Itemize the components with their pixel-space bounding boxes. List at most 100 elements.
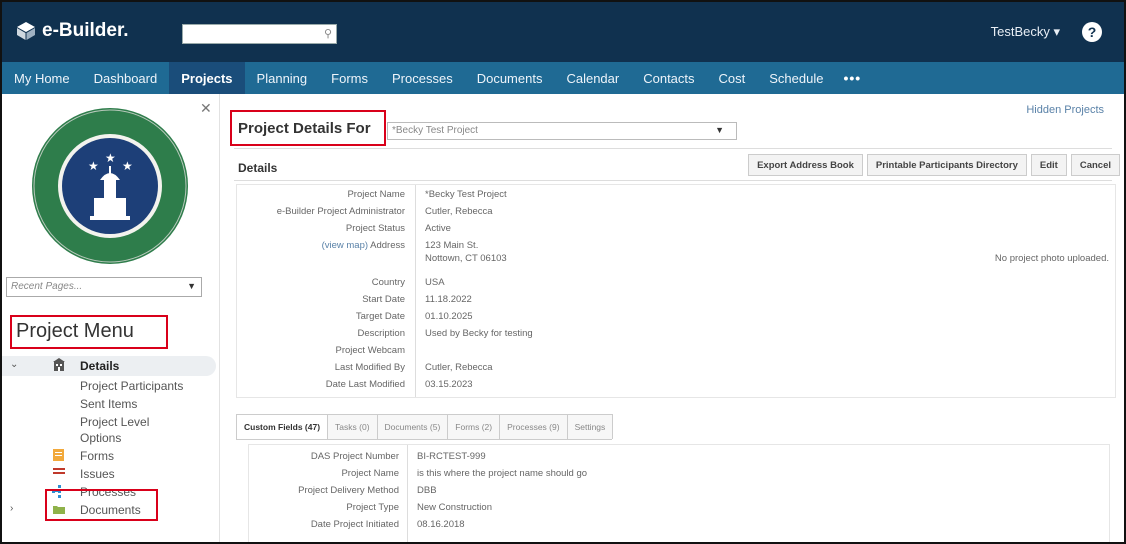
nav-calendar[interactable]: Calendar bbox=[554, 62, 631, 94]
field-value: BI-RCTEST-999 bbox=[417, 451, 486, 462]
field-label: Project Status bbox=[345, 223, 405, 234]
connecticut-seal-logo: ★ ★ ★ bbox=[32, 108, 188, 264]
field-value: 123 Main St. bbox=[425, 240, 479, 251]
field-label: DAS Project Number bbox=[310, 451, 399, 462]
tab-tasks[interactable]: Tasks (0) bbox=[327, 414, 378, 439]
view-map-link[interactable]: (view map) bbox=[322, 240, 368, 251]
column-divider bbox=[415, 185, 416, 397]
menu-item-forms[interactable]: Forms bbox=[2, 446, 216, 464]
nav-contacts[interactable]: Contacts bbox=[631, 62, 706, 94]
screenshot-frame: e-Builder. ⚲ TestBecky ▾ ? My Home Dashb… bbox=[0, 0, 1126, 544]
sidebar: ✕ ★ ★ ★ Recent Pages... ▼ Project Menu ⌄ bbox=[2, 94, 220, 542]
field-label: Date Last Modified bbox=[325, 379, 405, 390]
nav-forms[interactable]: Forms bbox=[319, 62, 380, 94]
no-photo-text: No project photo uploaded. bbox=[994, 253, 1109, 264]
project-select[interactable]: *Becky Test Project ▼ bbox=[387, 122, 737, 140]
svg-text:★: ★ bbox=[88, 159, 99, 173]
nav-processes[interactable]: Processes bbox=[380, 62, 465, 94]
dropdown-arrow-icon: ▼ bbox=[187, 281, 196, 291]
search-input[interactable]: ⚲ bbox=[182, 24, 337, 44]
menu-label-details: Details bbox=[80, 359, 120, 373]
nav-planning[interactable]: Planning bbox=[245, 62, 320, 94]
project-details-for-label: Project Details For bbox=[238, 120, 371, 137]
divider bbox=[234, 148, 1112, 149]
details-toolbar: Export Address Book Printable Participan… bbox=[748, 154, 1120, 176]
tab-forms[interactable]: Forms (2) bbox=[447, 414, 501, 439]
field-value: *Becky Test Project bbox=[425, 189, 507, 200]
menu-item-project-level-options[interactable]: Project Level Options bbox=[2, 412, 216, 446]
main-content: Hidden Projects Project Details For *Bec… bbox=[222, 94, 1124, 542]
tab-processes[interactable]: Processes (9) bbox=[499, 414, 568, 439]
cancel-button[interactable]: Cancel bbox=[1070, 154, 1120, 176]
chevron-down-icon[interactable]: ⌄ bbox=[10, 359, 18, 370]
nav-projects[interactable]: Projects bbox=[169, 62, 245, 94]
field-label: e-Builder Project Administrator bbox=[276, 206, 405, 217]
field-label: Description bbox=[357, 328, 405, 339]
field-value: 01.10.2025 bbox=[425, 311, 473, 322]
nav-my-home[interactable]: My Home bbox=[2, 62, 82, 94]
field-label: Address bbox=[370, 240, 405, 251]
search-icon: ⚲ bbox=[323, 28, 332, 40]
field-value: DBB bbox=[417, 485, 437, 496]
nav-schedule[interactable]: Schedule bbox=[757, 62, 835, 94]
close-icon[interactable]: ✕ bbox=[200, 100, 212, 117]
field-value: USA bbox=[425, 277, 445, 288]
field-value: 08.16.2018 bbox=[417, 519, 465, 530]
menu-item-sent-items[interactable]: Sent Items bbox=[2, 394, 216, 412]
menu-label-level-options-1: Project Level bbox=[80, 415, 150, 429]
column-divider bbox=[407, 445, 408, 542]
building-icon bbox=[53, 358, 65, 371]
svg-text:★: ★ bbox=[122, 159, 133, 173]
recent-pages-select[interactable]: Recent Pages... ▼ bbox=[6, 277, 202, 297]
cube-icon bbox=[17, 22, 35, 40]
address-label-group: (view map) Address bbox=[237, 240, 405, 251]
menu-item-details[interactable]: ⌄ Details bbox=[2, 356, 216, 376]
field-value: is this where the project name should go bbox=[417, 468, 588, 479]
field-value: New Construction bbox=[417, 502, 492, 513]
nav-documents[interactable]: Documents bbox=[465, 62, 555, 94]
dropdown-arrow-icon: ▼ bbox=[715, 125, 724, 135]
export-address-book-button[interactable]: Export Address Book bbox=[748, 154, 863, 176]
field-value: Active bbox=[425, 223, 451, 234]
menu-label-forms: Forms bbox=[80, 449, 114, 463]
menu-label-sent-items: Sent Items bbox=[80, 397, 138, 411]
field-label: Project Type bbox=[346, 502, 399, 513]
nav-more-icon[interactable]: ••• bbox=[835, 62, 869, 94]
tab-custom-fields[interactable]: Custom Fields (47) bbox=[236, 414, 329, 439]
hidden-projects-link[interactable]: Hidden Projects bbox=[1026, 104, 1104, 116]
menu-label-level-options-2: Options bbox=[80, 431, 122, 445]
tab-settings[interactable]: Settings bbox=[566, 414, 614, 439]
field-value: Used by Becky for testing bbox=[425, 328, 533, 339]
nav-cost[interactable]: Cost bbox=[707, 62, 758, 94]
help-icon[interactable]: ? bbox=[1082, 22, 1102, 42]
nav-dashboard[interactable]: Dashboard bbox=[82, 62, 170, 94]
project-select-value: *Becky Test Project bbox=[392, 125, 478, 136]
menu-item-issues[interactable]: Issues bbox=[2, 464, 216, 482]
menu-label-issues: Issues bbox=[80, 467, 115, 481]
field-value: 11.18.2022 bbox=[425, 294, 472, 305]
e-builder-logo[interactable]: e-Builder. bbox=[16, 18, 129, 44]
details-heading: Details bbox=[238, 161, 278, 175]
edit-button[interactable]: Edit bbox=[1030, 154, 1067, 176]
field-value: Nottown, CT 06103 bbox=[425, 253, 507, 264]
processes-highlight-box bbox=[45, 489, 158, 521]
issues-icon bbox=[53, 468, 65, 474]
field-value: 03.15.2023 bbox=[425, 379, 473, 390]
field-label: Start Date bbox=[362, 294, 405, 305]
tab-documents[interactable]: Documents (5) bbox=[376, 414, 449, 439]
field-value: Cutler, Rebecca bbox=[425, 206, 493, 217]
user-menu[interactable]: TestBecky ▾ bbox=[991, 24, 1060, 40]
field-label: Date Project Initiated bbox=[310, 519, 399, 530]
menu-label-participants: Project Participants bbox=[80, 379, 184, 393]
field-label: Target Date bbox=[355, 311, 405, 322]
divider bbox=[234, 180, 1112, 181]
menu-item-project-participants[interactable]: Project Participants bbox=[2, 376, 216, 394]
svg-text:★: ★ bbox=[105, 151, 116, 165]
forms-icon bbox=[53, 449, 64, 461]
custom-fields-panel: DAS Project Number BI-RCTEST-999 Project … bbox=[248, 444, 1110, 542]
chevron-right-icon[interactable]: › bbox=[10, 503, 13, 514]
main-nav: My Home Dashboard Projects Planning Form… bbox=[2, 62, 1124, 94]
project-menu-title: Project Menu bbox=[10, 315, 168, 349]
printable-participants-directory-button[interactable]: Printable Participants Directory bbox=[866, 154, 1027, 176]
top-bar: e-Builder. ⚲ TestBecky ▾ ? bbox=[2, 2, 1124, 62]
